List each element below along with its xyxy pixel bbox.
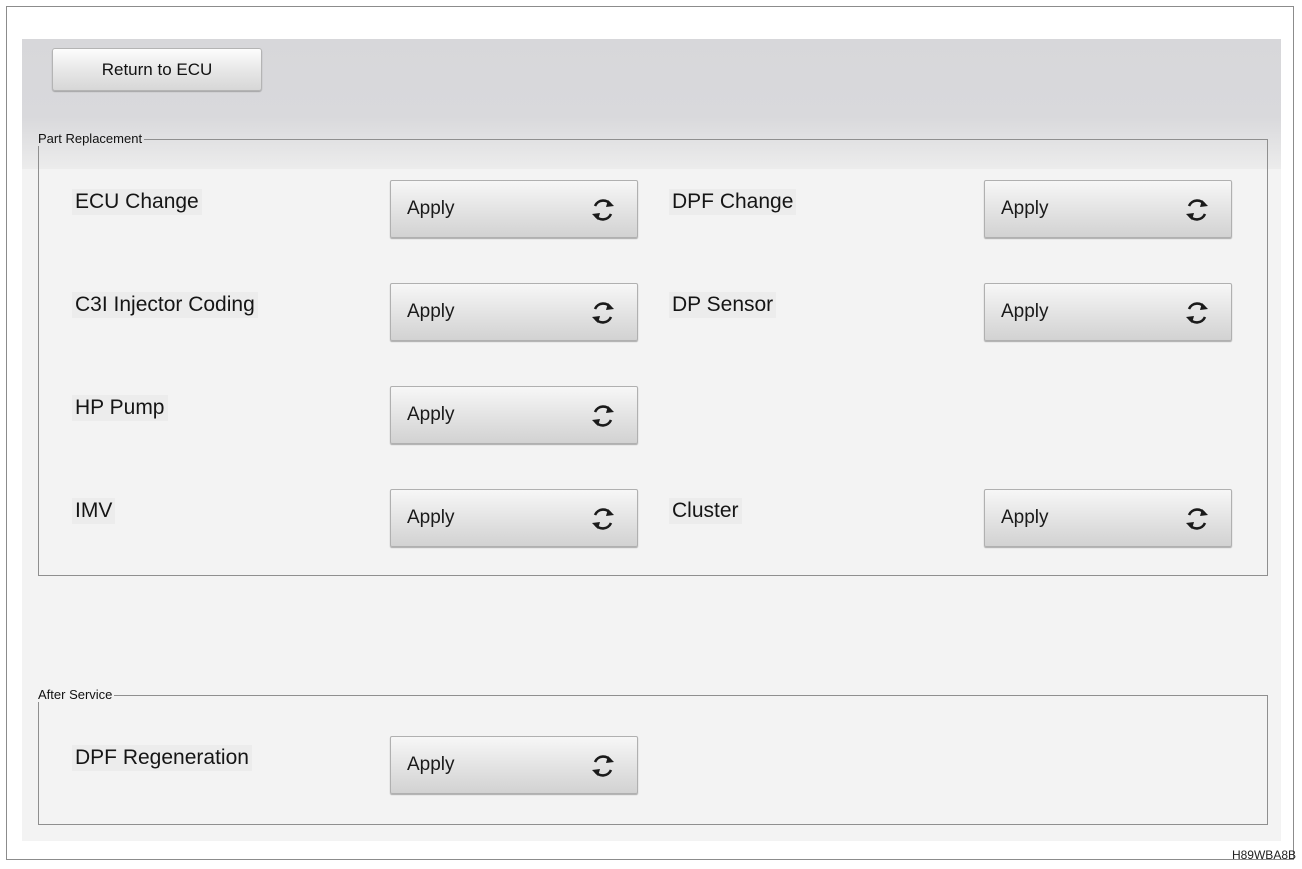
refresh-icon bbox=[592, 755, 614, 777]
refresh-icon bbox=[1186, 302, 1208, 324]
apply-label: Apply bbox=[407, 198, 455, 219]
c3i-injector-coding-label: C3I Injector Coding bbox=[72, 292, 258, 318]
imv-label: IMV bbox=[72, 498, 116, 524]
cluster-label: Cluster bbox=[669, 498, 742, 524]
ecu-change-label: ECU Change bbox=[72, 189, 202, 215]
figure-code: H89WBA8B bbox=[1231, 848, 1296, 862]
refresh-icon bbox=[592, 302, 614, 324]
refresh-icon bbox=[1186, 199, 1208, 221]
apply-label: Apply bbox=[1001, 198, 1049, 219]
hp-pump-apply-button[interactable]: Apply bbox=[390, 386, 638, 444]
dpf-change-label: DPF Change bbox=[669, 189, 797, 215]
refresh-icon bbox=[592, 199, 614, 221]
refresh-icon bbox=[592, 508, 614, 530]
dpf-regeneration-label: DPF Regeneration bbox=[72, 745, 252, 771]
refresh-icon bbox=[1186, 508, 1208, 530]
hp-pump-label: HP Pump bbox=[72, 395, 168, 421]
dpf-regeneration-apply-button[interactable]: Apply bbox=[390, 736, 638, 794]
apply-label: Apply bbox=[407, 301, 455, 322]
dpf-change-apply-button[interactable]: Apply bbox=[984, 180, 1232, 238]
part-replacement-title: Part Replacement bbox=[38, 131, 143, 146]
imv-apply-button[interactable]: Apply bbox=[390, 489, 638, 547]
service-panel: Return to ECU Part Replacement ECU Chang… bbox=[22, 39, 1281, 841]
apply-label: Apply bbox=[407, 404, 455, 425]
after-service-group: After Service DPF Regeneration Apply bbox=[38, 688, 1268, 825]
apply-label: Apply bbox=[1001, 301, 1049, 322]
c3i-injector-coding-apply-button[interactable]: Apply bbox=[390, 283, 638, 341]
return-to-ecu-button[interactable]: Return to ECU bbox=[52, 48, 262, 91]
cluster-apply-button[interactable]: Apply bbox=[984, 489, 1232, 547]
after-service-title: After Service bbox=[38, 687, 113, 702]
refresh-icon bbox=[592, 405, 614, 427]
part-replacement-group: Part Replacement ECU Change Apply DPF Ch… bbox=[38, 132, 1268, 576]
ecu-change-apply-button[interactable]: Apply bbox=[390, 180, 638, 238]
apply-label: Apply bbox=[407, 507, 455, 528]
dp-sensor-apply-button[interactable]: Apply bbox=[984, 283, 1232, 341]
apply-label: Apply bbox=[407, 754, 455, 775]
apply-label: Apply bbox=[1001, 507, 1049, 528]
dp-sensor-label: DP Sensor bbox=[669, 292, 777, 318]
